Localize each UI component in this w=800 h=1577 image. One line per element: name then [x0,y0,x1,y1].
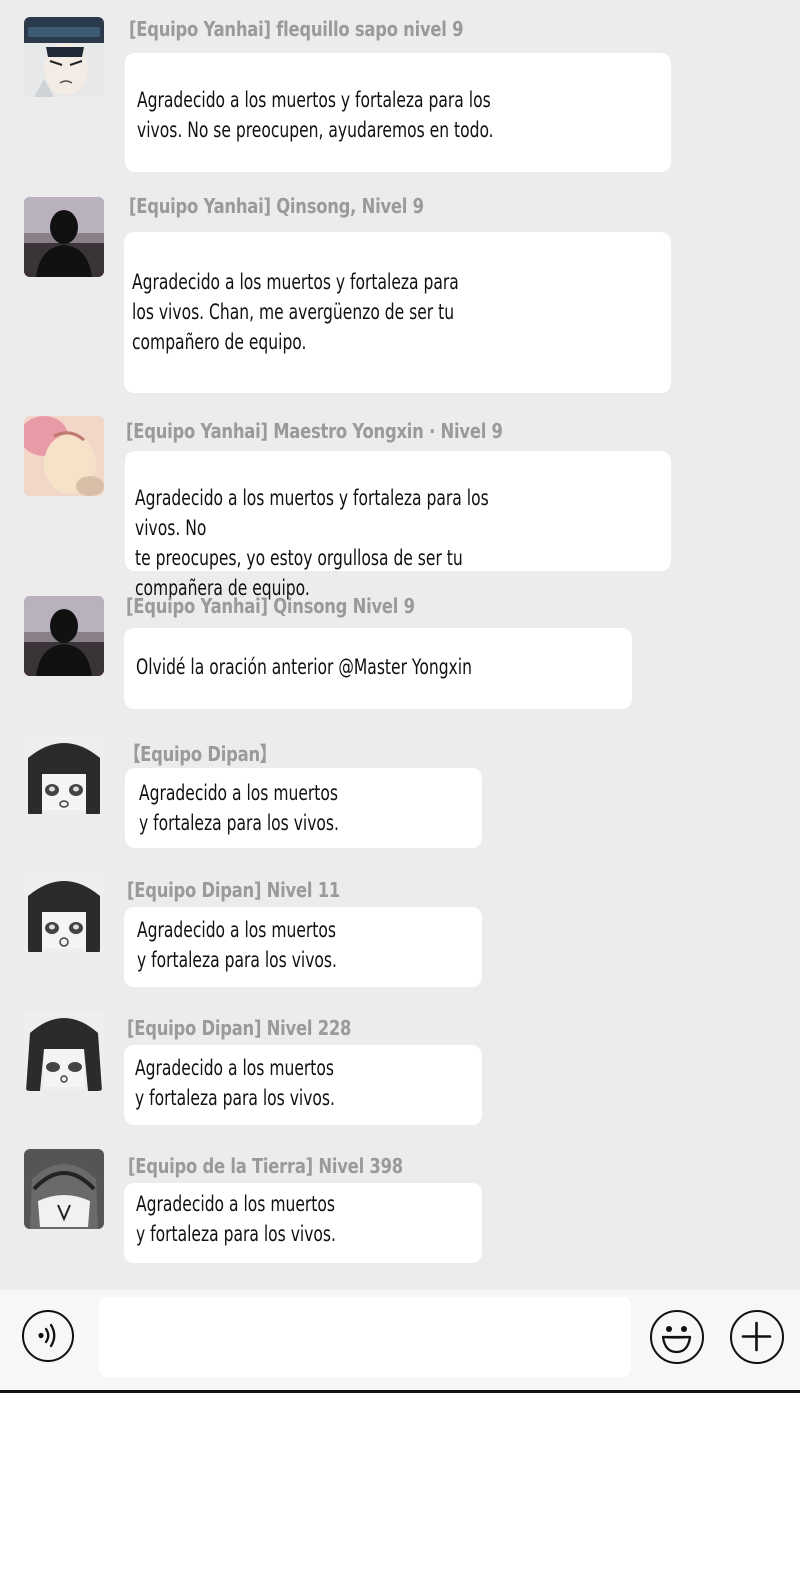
add-button[interactable] [730,1310,784,1364]
message-bubble[interactable]: Agradecido a los muertos y fortaleza par… [125,53,671,172]
message-text: Agradecido a los muertos y fortaleza par… [136,1192,336,1246]
avatar[interactable] [24,1149,104,1229]
avatar[interactable] [24,596,104,676]
avatar[interactable] [24,17,104,97]
sender-name: [Equipo Dipan] Nivel 11 [127,878,341,902]
avatar-icon [24,1149,104,1229]
message-bubble[interactable]: Agradecido a los muertos y fortaleza par… [124,907,482,987]
message-bubble[interactable]: Agradecido a los muertos y fortaleza par… [125,768,482,848]
avatar[interactable] [24,1011,104,1091]
message-text: Agradecido a los muertos y fortaleza par… [137,88,494,142]
message-input[interactable] [99,1297,631,1377]
message-text: Agradecido a los muertos y fortaleza par… [139,781,339,835]
sender-name: [Equipo de la Tierra] Nivel 398 [128,1154,403,1178]
chat-area: [Equipo Yanhai] flequillo sapo nivel 9 A… [0,0,800,1290]
sender-name: 【Equipo Dipan】 [124,742,277,766]
emoji-button[interactable] [650,1310,704,1364]
voice-icon [38,1323,56,1348]
message-bubble[interactable]: Agradecido a los muertos y fortaleza par… [124,1045,482,1125]
avatar[interactable] [24,872,104,952]
avatar-icon [24,596,104,676]
message-text: Olvidé la oración anterior @Master Yongx… [136,655,472,679]
message-bubble[interactable]: Agradecido a los muertos y fortaleza par… [124,1183,482,1263]
avatar[interactable] [24,734,104,814]
avatar[interactable] [24,197,104,277]
message-bubble[interactable]: Agradecido a los muertos y fortaleza par… [124,232,671,393]
message-bubble[interactable]: Olvidé la oración anterior @Master Yongx… [124,628,632,709]
plus-icon [741,1321,772,1352]
avatar-icon [24,1011,104,1091]
voice-button[interactable] [22,1310,74,1362]
sender-name: [Equipo Dipan] Nivel 228 [127,1016,352,1040]
bottom-divider [0,1390,800,1393]
message-text: Agradecido a los muertos y fortaleza par… [135,1056,335,1110]
sender-name: [Equipo Yanhai] Maestro Yongxin · Nivel … [126,419,503,443]
avatar-icon [24,17,104,97]
sender-name: [Equipo Yanhai] flequillo sapo nivel 9 [129,17,464,41]
avatar-icon [24,416,104,496]
message-text: Agradecido a los muertos y fortaleza par… [132,270,459,354]
avatar[interactable] [24,416,104,496]
avatar-icon [24,197,104,277]
avatar-icon [24,872,104,952]
message-text: Agradecido a los muertos y fortaleza par… [137,918,337,972]
sender-name: [Equipo Yanhai] Qinsong, Nivel 9 [129,194,424,218]
avatar-icon [24,734,104,814]
message-bubble[interactable]: Agradecido a los muertos y fortaleza par… [125,451,671,600]
message-text: Agradecido a los muertos y fortaleza par… [135,486,489,600]
sender-name: [Equipo Yanhai] Qinsong Nivel 9 [126,594,415,618]
emoji-icon [661,1326,692,1354]
